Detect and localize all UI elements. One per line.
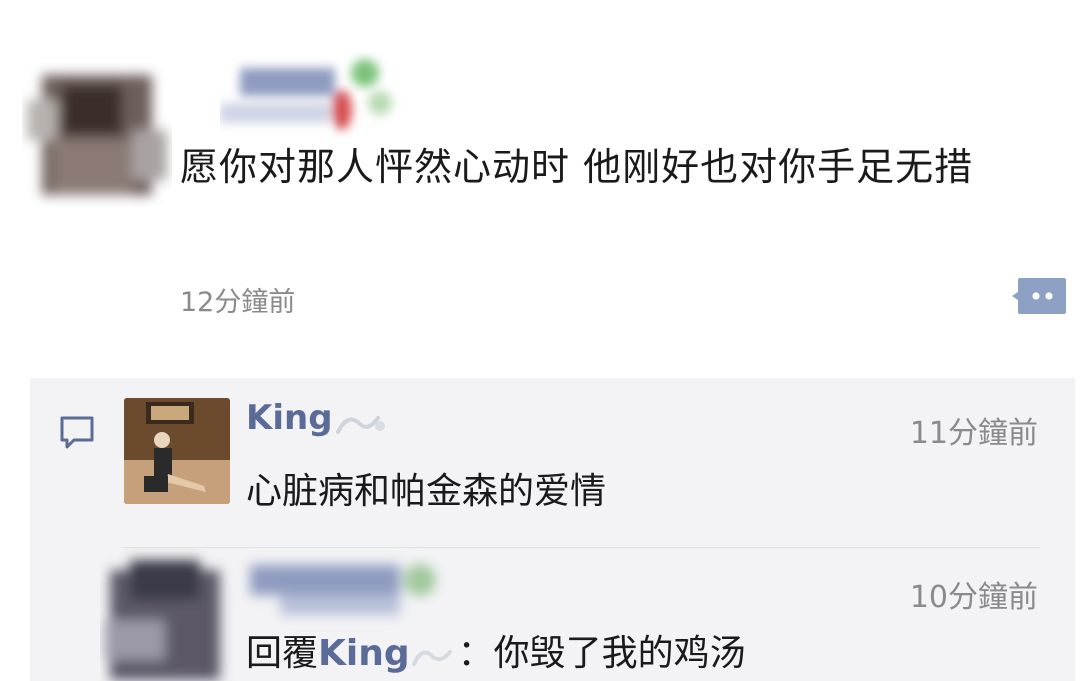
- name-decoration-icon: [411, 650, 452, 666]
- moments-post-screen: 愿你对那人怦然心动时 他刚好也对你手足无措 12分鐘前 King 11分鐘前 心…: [0, 0, 1080, 681]
- comment-icon: [60, 416, 94, 449]
- post-timestamp: 12分鐘前: [180, 287, 296, 318]
- more-dots-icon[interactable]: [1010, 274, 1068, 318]
- commenter-avatar[interactable]: [124, 398, 230, 504]
- reply-text-line[interactable]: 回覆King ：你毁了我的鸡汤: [246, 624, 746, 676]
- poster-name-blurred[interactable]: [220, 48, 410, 138]
- commenter-name[interactable]: King: [246, 398, 333, 438]
- comment-timestamp: 11分鐘前: [909, 416, 1038, 451]
- reply-text: 你毁了我的鸡汤: [493, 633, 746, 674]
- reply-separator: ：: [457, 633, 494, 674]
- reply-target-name[interactable]: King: [318, 633, 410, 674]
- reply-prefix: 回覆: [246, 633, 319, 674]
- comment-text[interactable]: 心脏病和帕金森的爱情: [246, 462, 606, 514]
- reply-timestamp: 10分鐘前: [909, 580, 1038, 615]
- name-decoration-icon: [336, 416, 385, 434]
- post-content: 愿你对那人怦然心动时 他刚好也对你手足无措: [180, 145, 974, 189]
- poster-avatar-blurred[interactable]: [22, 60, 172, 210]
